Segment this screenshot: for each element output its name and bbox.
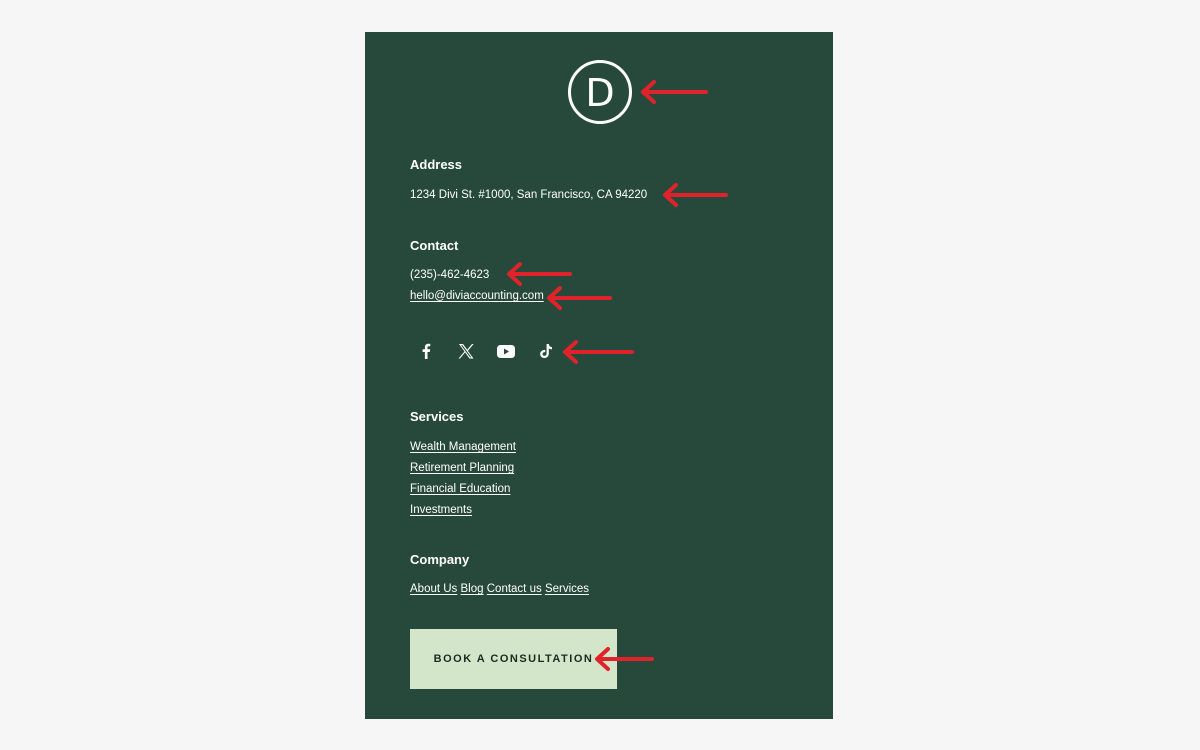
company-link-services[interactable]: Services	[545, 583, 589, 595]
annotation-arrow-phone	[507, 262, 572, 286]
contact-heading: Contact	[410, 238, 459, 253]
annotation-arrow-social	[563, 340, 634, 364]
company-link-about-us[interactable]: About Us	[410, 583, 457, 595]
divi-logo[interactable]: D	[568, 60, 632, 124]
service-link-investments[interactable]: Investments	[410, 504, 472, 516]
email-link[interactable]: hello@diviaccounting.com	[410, 290, 544, 302]
annotation-arrow-email	[547, 286, 612, 310]
youtube-icon[interactable]	[497, 342, 515, 360]
service-link-financial-education[interactable]: Financial Education	[410, 483, 510, 495]
annotation-arrow-address	[663, 183, 728, 207]
services-heading: Services	[410, 409, 464, 424]
service-link-wealth-management[interactable]: Wealth Management	[410, 441, 516, 453]
company-heading: Company	[410, 552, 470, 567]
company-link-contact-us[interactable]: Contact us	[487, 583, 542, 595]
facebook-icon[interactable]	[417, 342, 435, 360]
social-icons	[417, 342, 555, 360]
address-heading: Address	[410, 157, 463, 172]
annotation-arrow-cta	[595, 647, 654, 671]
book-consultation-button[interactable]: BOOK A CONSULTATION	[410, 629, 617, 689]
service-link-retirement-planning[interactable]: Retirement Planning	[410, 462, 514, 474]
logo-letter: D	[585, 70, 615, 115]
annotation-arrow-logo	[641, 80, 708, 104]
company-link-blog[interactable]: Blog	[461, 583, 484, 595]
address-text: 1234 Divi St. #1000, San Francisco, CA 9…	[410, 189, 648, 201]
phone-number[interactable]: (235)-462-4623	[410, 269, 489, 281]
footer-panel: D Address 1234 Divi St. #1000, San Franc…	[365, 32, 833, 719]
company-links: About Us Blog Contact us Services	[410, 583, 589, 595]
x-twitter-icon[interactable]	[457, 342, 475, 360]
tiktok-icon[interactable]	[537, 342, 555, 360]
